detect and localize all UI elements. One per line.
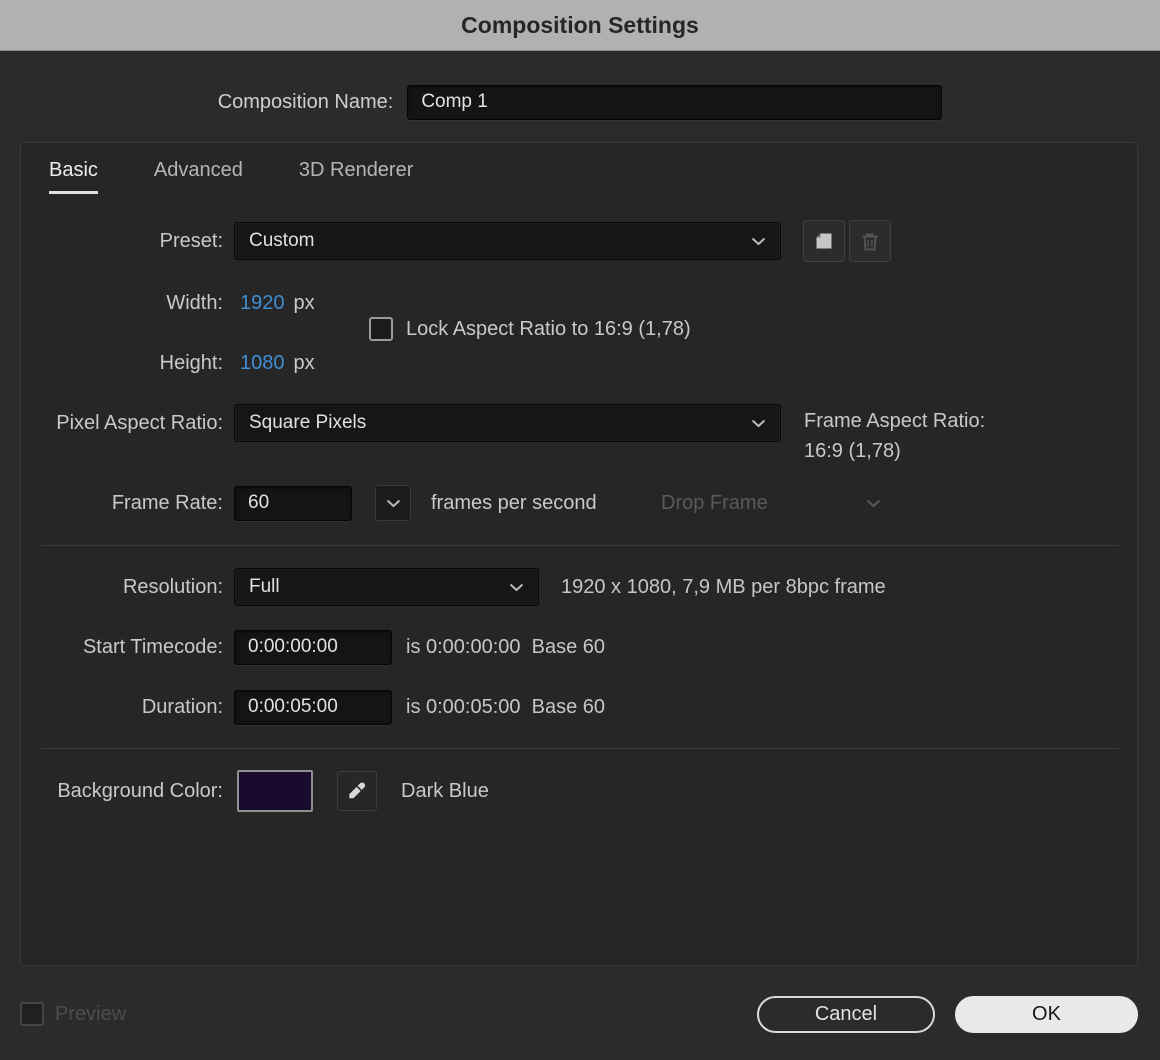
ok-button[interactable]: OK [955, 996, 1138, 1033]
cancel-button[interactable]: Cancel [757, 996, 935, 1033]
frame-rate-row: Frame Rate: frames per second Drop Frame [21, 484, 1137, 522]
chevron-down-icon [866, 499, 881, 507]
background-color-name: Dark Blue [401, 779, 489, 802]
trash-icon [862, 233, 878, 250]
preset-dropdown[interactable]: Custom [234, 222, 781, 260]
background-color-row: Background Color: Dark Blue [21, 770, 1137, 812]
preset-label: Preset: [159, 229, 223, 252]
pixel-aspect-label: Pixel Aspect Ratio: [56, 411, 223, 434]
chevron-down-icon [386, 499, 400, 507]
frame-rate-input[interactable] [234, 485, 352, 521]
divider [41, 748, 1119, 749]
chevron-down-icon [509, 583, 524, 591]
preview-label: Preview [55, 1002, 127, 1025]
width-unit: px [293, 291, 315, 314]
tab-advanced[interactable]: Advanced [154, 159, 243, 194]
preset-actions [803, 220, 891, 262]
preset-row: Preset: Custom [21, 220, 1137, 262]
composition-name-input[interactable] [407, 84, 943, 120]
preset-value: Custom [249, 230, 315, 251]
duration-info: is 0:00:05:00 Base 60 [406, 695, 606, 718]
height-value[interactable]: 1080 [240, 352, 285, 375]
eyedropper-button[interactable] [337, 771, 377, 811]
chevron-down-icon [751, 237, 766, 245]
resolution-dropdown[interactable]: Full [234, 568, 539, 606]
frame-aspect-label: Frame Aspect Ratio: [804, 410, 986, 432]
start-timecode-label: Start Timecode: [82, 635, 223, 658]
save-preset-icon [816, 233, 832, 249]
preview-checkbox [20, 1002, 44, 1026]
dialog-title: Composition Settings [0, 0, 1160, 51]
tab-basic[interactable]: Basic [49, 159, 98, 194]
drop-frame-value: Drop Frame [661, 491, 768, 514]
pixel-aspect-dropdown[interactable]: Square Pixels [234, 404, 781, 442]
divider [41, 545, 1119, 546]
height-row: Height: 1080 px [21, 344, 1137, 382]
background-color-label: Background Color: [57, 779, 223, 802]
resolution-row: Resolution: Full 1920 x 1080, 7,9 MB per… [21, 568, 1137, 606]
save-preset-button[interactable] [803, 220, 845, 262]
duration-label: Duration: [141, 695, 223, 718]
composition-settings-dialog: Composition Settings Composition Name: B… [0, 0, 1160, 1060]
lock-aspect-checkbox[interactable] [369, 317, 393, 341]
height-label: Height: [159, 351, 223, 374]
eyedropper-icon [348, 782, 365, 798]
lock-aspect-label: Lock Aspect Ratio to 16:9 (1,78) [406, 317, 691, 340]
preview-toggle: Preview [20, 1002, 126, 1026]
composition-name-label: Composition Name: [217, 90, 394, 113]
frame-rate-label: Frame Rate: [111, 491, 223, 514]
duration-input[interactable] [234, 689, 392, 725]
lock-aspect-ratio: Lock Aspect Ratio to 16:9 (1,78) [369, 317, 691, 341]
frame-rate-preset-button[interactable] [375, 485, 411, 521]
start-timecode-row: Start Timecode: is 0:00:00:00 Base 60 [21, 628, 1137, 666]
drop-frame-dropdown: Drop Frame [661, 484, 887, 522]
start-timecode-info: is 0:00:00:00 Base 60 [406, 635, 606, 658]
tab-bar: Basic Advanced 3D Renderer [49, 159, 413, 194]
frames-per-second-label: frames per second [431, 491, 597, 514]
background-color-swatch[interactable] [237, 770, 313, 812]
frame-aspect-ratio: Frame Aspect Ratio: 16:9 (1,78) [804, 406, 985, 466]
settings-panel: Basic Advanced 3D Renderer Preset: Custo… [20, 142, 1138, 966]
resolution-value: Full [249, 576, 280, 597]
pixel-aspect-value: Square Pixels [249, 412, 367, 433]
resolution-label: Resolution: [122, 575, 223, 598]
composition-name-row: Composition Name: [0, 84, 1160, 120]
frame-aspect-value: 16:9 (1,78) [804, 440, 901, 462]
chevron-down-icon [751, 419, 766, 427]
tab-3d-renderer[interactable]: 3D Renderer [299, 159, 414, 194]
width-value[interactable]: 1920 [240, 292, 285, 315]
width-label: Width: [166, 291, 223, 314]
resolution-info: 1920 x 1080, 7,9 MB per 8bpc frame [561, 575, 886, 598]
start-timecode-input[interactable] [234, 629, 392, 665]
delete-preset-button [849, 220, 891, 262]
height-unit: px [293, 351, 315, 374]
duration-row: Duration: is 0:00:05:00 Base 60 [21, 688, 1137, 726]
